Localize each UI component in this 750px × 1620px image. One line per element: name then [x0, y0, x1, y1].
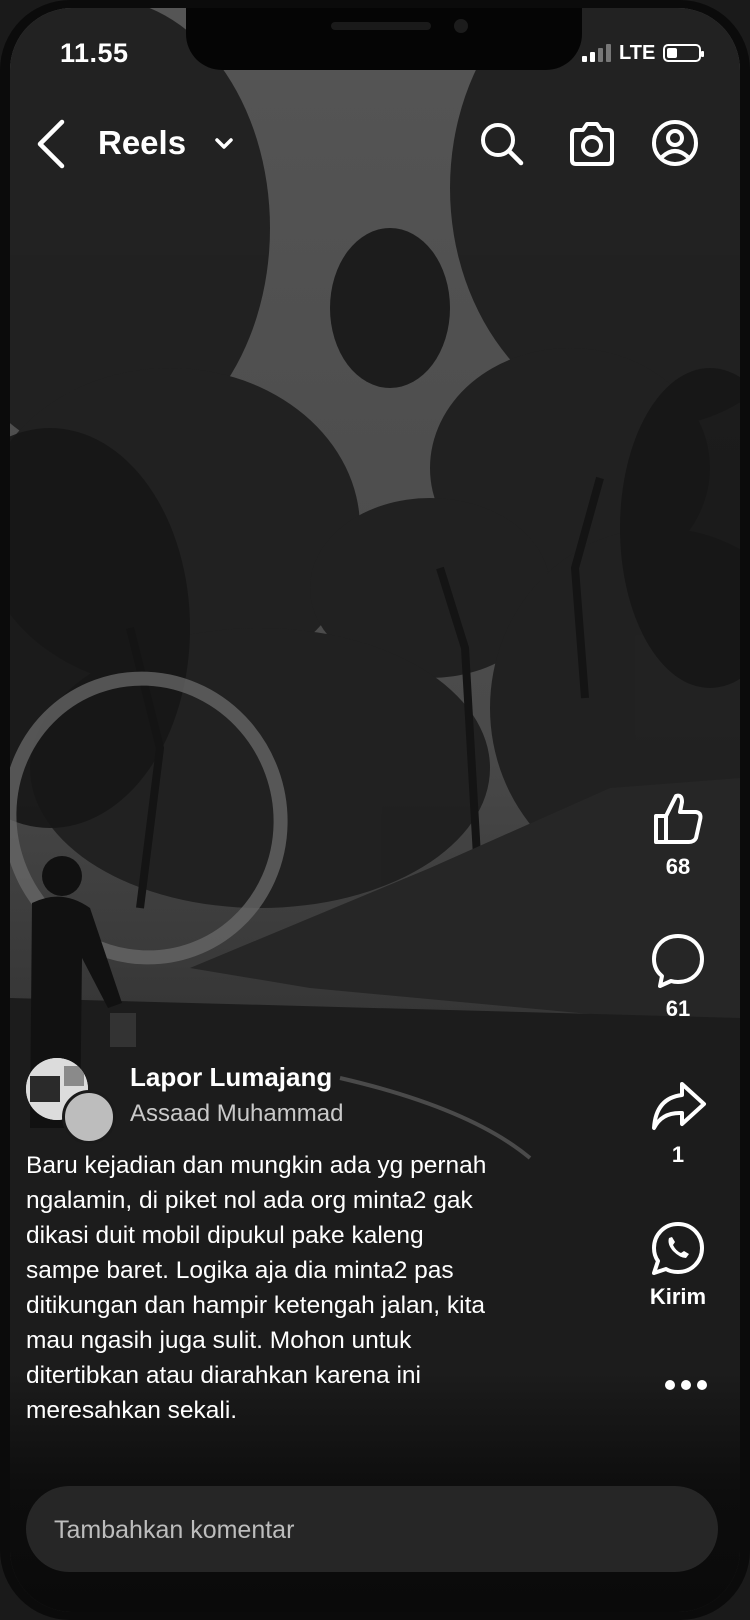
like-count: 68 [665, 854, 691, 879]
share-arrow-icon[interactable] [648, 1076, 708, 1136]
like-action[interactable]: 68 [638, 788, 718, 880]
share-action[interactable]: 1 [638, 1076, 718, 1168]
user-avatar[interactable] [62, 1090, 116, 1144]
reel-screen: 11.55 LTE Reels 68 61 1 Kirim Lapor Luma… [10, 8, 740, 1612]
more-options-icon[interactable] [664, 1378, 708, 1392]
post-caption[interactable]: Baru kejadian dan mungkin ada yg pernah … [26, 1148, 616, 1428]
send-label: Kirim [649, 1284, 707, 1309]
battery-icon [663, 44, 705, 62]
search-icon[interactable] [478, 120, 526, 168]
front-camera [454, 19, 468, 33]
author-info[interactable]: Lapor Lumajang Assaad Muhammad [26, 1058, 626, 1144]
whatsapp-icon[interactable] [648, 1218, 708, 1278]
top-bar: Reels [10, 108, 740, 178]
comment-action[interactable]: 61 [638, 930, 718, 1022]
page-title[interactable]: Reels [98, 124, 186, 162]
comment-count: 61 [665, 996, 691, 1021]
back-arrow-icon[interactable] [28, 116, 76, 172]
page-name[interactable]: Lapor Lumajang [130, 1062, 332, 1093]
profile-icon[interactable] [650, 118, 700, 168]
network-label: LTE [619, 41, 656, 64]
author-name[interactable]: Assaad Muhammad [130, 1100, 343, 1128]
comment-bubble-icon[interactable] [648, 930, 708, 990]
share-count: 1 [671, 1142, 685, 1167]
comment-input[interactable] [52, 1486, 696, 1574]
speaker [331, 22, 431, 30]
camera-icon[interactable] [566, 120, 618, 168]
thumbs-up-icon[interactable] [648, 788, 708, 848]
send-action[interactable]: Kirim [638, 1218, 718, 1310]
status-time: 11.55 [60, 38, 129, 68]
notch [186, 8, 582, 70]
comment-bar [26, 1486, 718, 1574]
signal-icon [582, 44, 611, 62]
status-indicators: LTE [582, 38, 705, 68]
chevron-down-icon[interactable] [210, 130, 238, 158]
phone-frame: 11.55 LTE Reels 68 61 1 Kirim Lapor Luma… [0, 0, 750, 1620]
